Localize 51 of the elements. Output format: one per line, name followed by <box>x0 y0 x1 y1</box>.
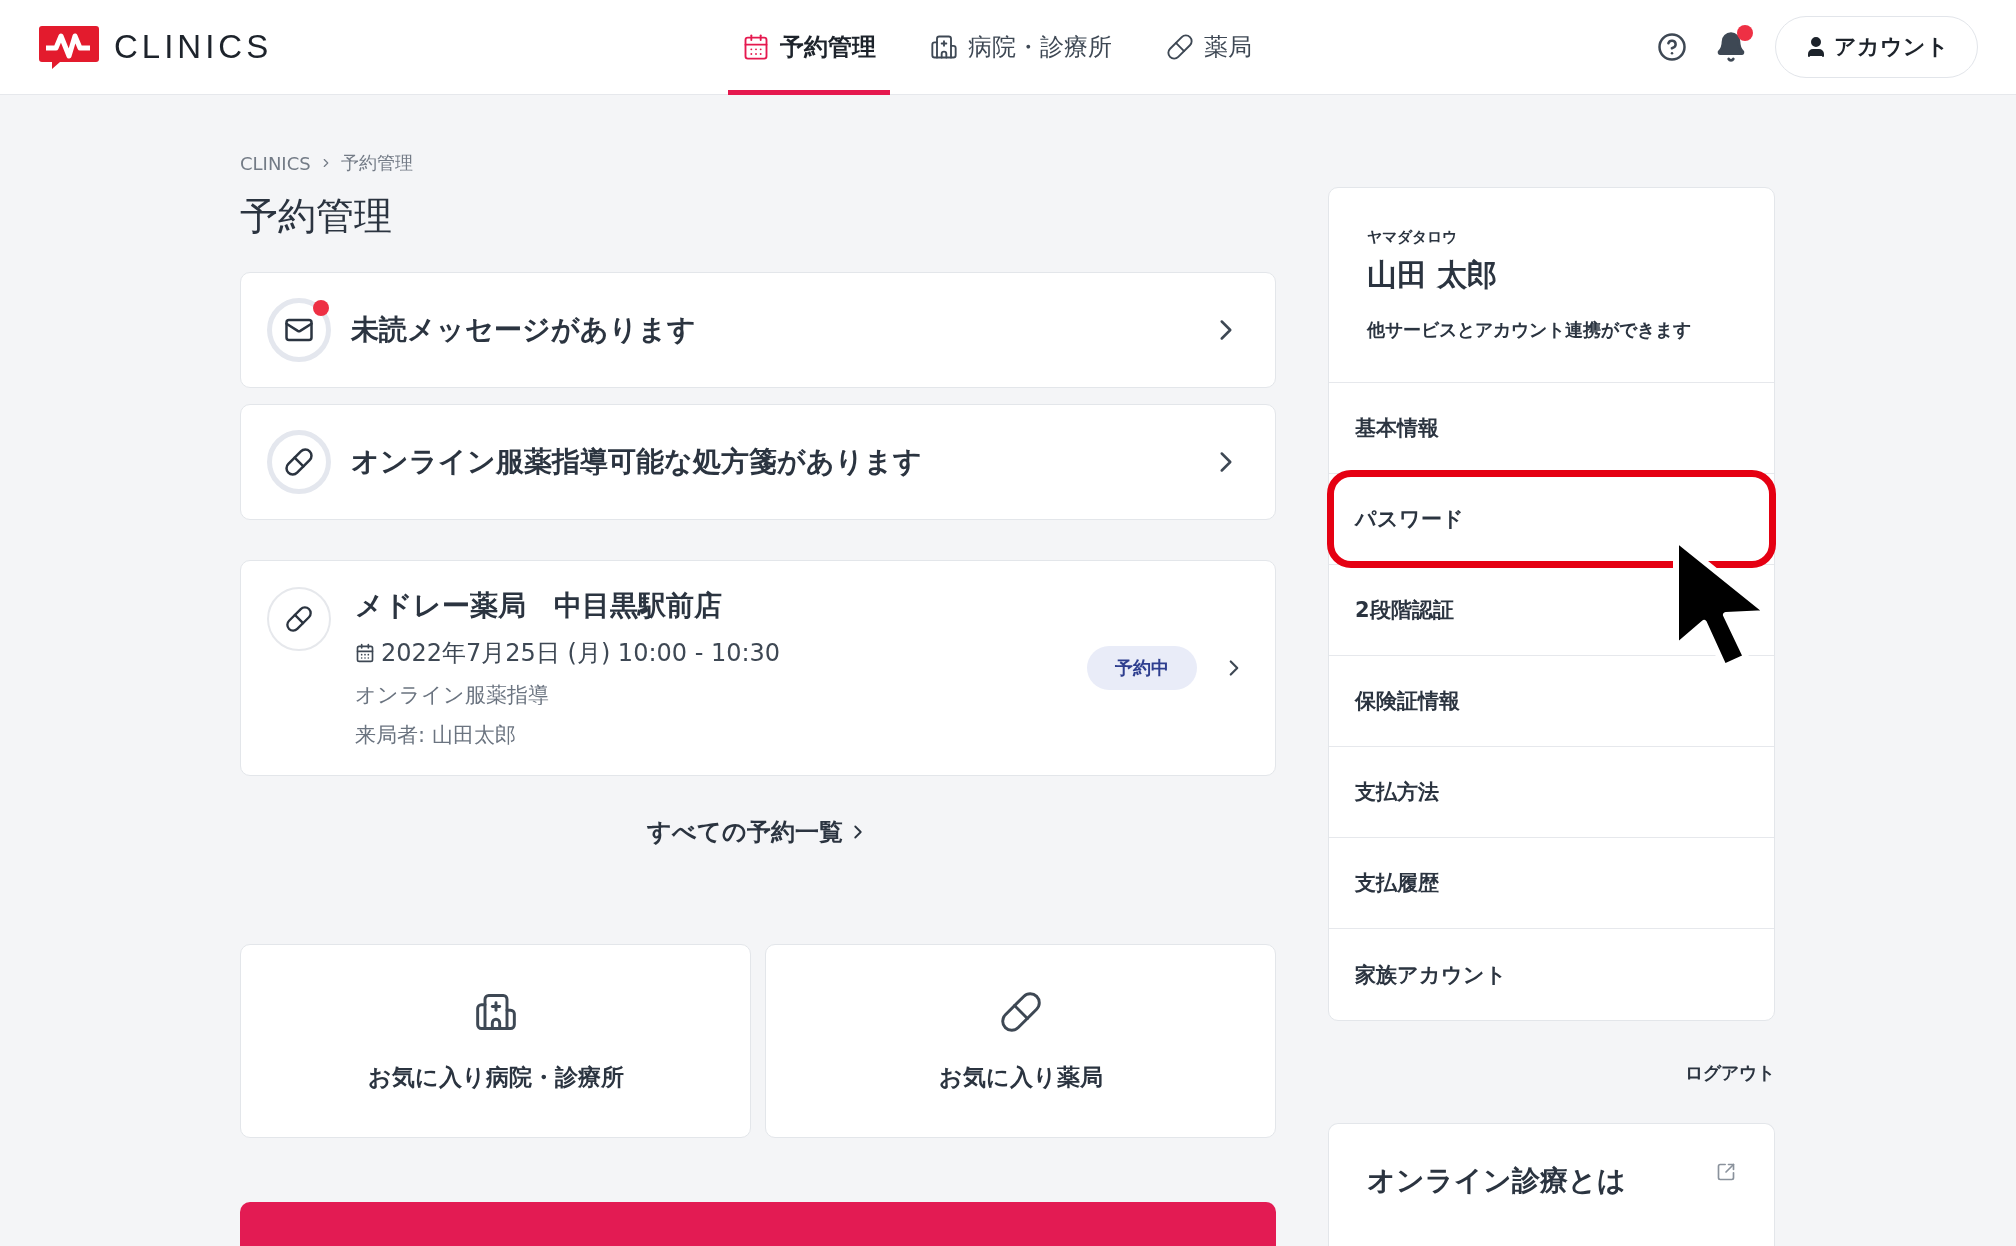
logo-icon <box>38 24 100 70</box>
reservation-datetime: 2022年7月25日 (月) 10:00 - 10:30 <box>381 638 781 669</box>
help-icon[interactable] <box>1657 32 1687 62</box>
pharmacy-name: メドレー薬局 中目黒駅前店 <box>355 588 723 624</box>
notification-bell-icon[interactable] <box>1715 31 1747 63</box>
pill-icon <box>285 605 313 633</box>
reservation-type: オンライン服薬指導 <box>355 682 550 709</box>
account-menu-label: 2段階認証 <box>1355 597 1454 624</box>
logo-text: CLINICS <box>114 28 273 66</box>
notice-text: 未読メッセージがあります <box>351 312 697 348</box>
pill-icon <box>284 447 314 477</box>
account-menu-label: 家族アカウント <box>1355 961 1507 989</box>
notice-card[interactable]: 未読メッセージがあります <box>240 272 1276 388</box>
account-menu-label: 支払方法 <box>1355 779 1439 806</box>
notice-card[interactable]: オンライン服薬指導可能な処方箋があります <box>240 404 1276 520</box>
account-menu-item[interactable]: 家族アカウント <box>1329 929 1774 1020</box>
account-menu-label: 基本情報 <box>1355 415 1439 442</box>
page-title: 予約管理 <box>240 193 393 240</box>
account-menu-item[interactable]: 支払方法 <box>1329 747 1774 838</box>
breadcrumb-link[interactable]: CLINICS <box>240 152 311 174</box>
account-menu-label: 支払履歴 <box>1355 870 1439 897</box>
favorite-label: お気に入り病院・診療所 <box>367 1062 624 1092</box>
info-card-title: オンライン診療とは <box>1367 1163 1626 1199</box>
calendar-icon <box>742 33 770 61</box>
hospital-icon <box>930 33 958 61</box>
nav-tab[interactable]: 予約管理 <box>728 0 890 95</box>
visitor-name: 来局者: 山田太郎 <box>355 722 517 749</box>
external-link-icon <box>1716 1162 1736 1182</box>
favorite-card[interactable]: お気に入り病院・診療所 <box>240 944 751 1138</box>
logout-link[interactable]: ログアウト <box>1685 1061 1775 1085</box>
current-page-label: 予約管理 <box>340 151 413 175</box>
user-name: 山田 太郎 <box>1367 256 1499 294</box>
status-badge: 予約中 <box>1087 646 1197 690</box>
calendar-icon <box>355 643 375 663</box>
link-note: 他サービスとアカウント連携ができます <box>1367 318 1692 342</box>
account-menu-item[interactable]: 支払履歴 <box>1329 838 1774 929</box>
all-reservations-link[interactable]: すべての予約一覧 <box>647 816 869 848</box>
account-menu-label: 保険証情報 <box>1355 688 1460 715</box>
pill-icon <box>1166 33 1194 61</box>
favorite-label: お気に入り薬局 <box>938 1062 1103 1092</box>
nav-tab[interactable]: 薬局 <box>1152 0 1266 95</box>
pill-icon <box>998 989 1043 1034</box>
account-menu-label: パスワード <box>1355 506 1464 533</box>
notice-text: オンライン服薬指導可能な処方箋があります <box>351 444 923 480</box>
name-kana: ヤマダタロウ <box>1367 228 1458 247</box>
info-card[interactable]: オンライン診療とは <box>1328 1123 1775 1246</box>
nav-tab[interactable]: 病院・診療所 <box>916 0 1126 95</box>
account-menu-item[interactable]: 基本情報 <box>1329 383 1774 474</box>
favorite-card[interactable]: お気に入り薬局 <box>765 944 1276 1138</box>
account-button[interactable]: アカウント <box>1775 16 1978 78</box>
reservation-card[interactable]: メドレー薬局 中目黒駅前店 2022年7月25日 (月) 10:00 - 10:30 オンライン服薬指導 来局者: 山田太郎 予約中 <box>240 560 1276 776</box>
